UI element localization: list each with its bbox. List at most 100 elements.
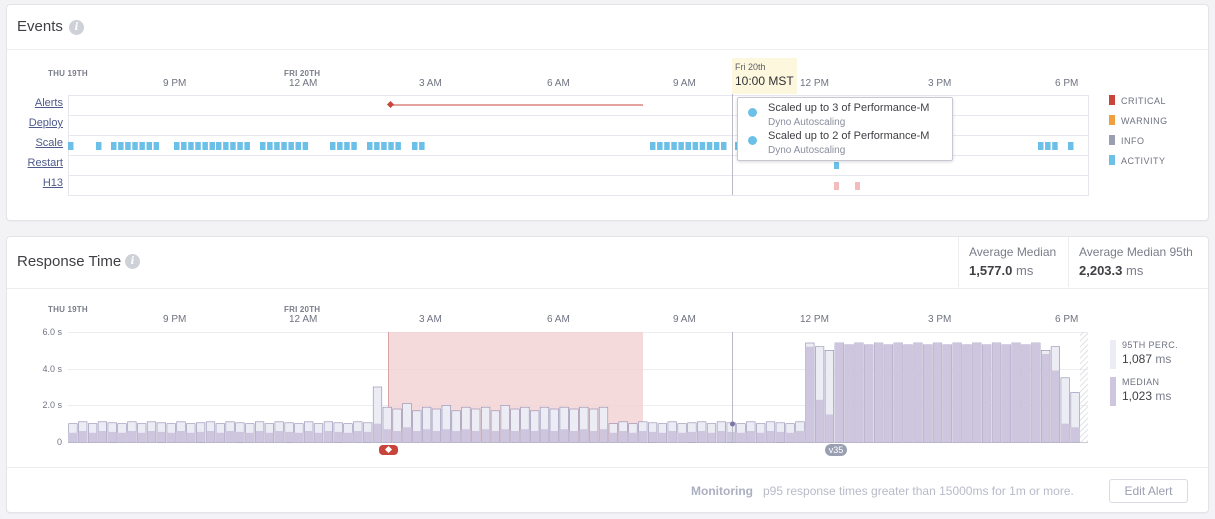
scale-activity-mark: [174, 142, 180, 150]
scale-activity-mark: [685, 142, 691, 150]
median-bar: [98, 431, 107, 442]
monitoring-description: p95 response times greater than 15000ms …: [763, 484, 1074, 498]
median-bar: [353, 431, 363, 442]
median-bar: [363, 431, 372, 442]
scale-activity-mark: [374, 142, 380, 150]
median-bar: [658, 432, 667, 442]
median-bar: [442, 429, 451, 442]
scale-activity-mark: [146, 142, 152, 150]
median-bar: [1051, 370, 1060, 442]
restart-mark: [834, 162, 839, 169]
median-bar: [540, 429, 549, 442]
median-bar: [618, 431, 628, 442]
median-bar: [756, 432, 765, 442]
median-bar: [432, 431, 441, 442]
median-bar: [117, 432, 127, 442]
tooltip-item-subtitle: Dyno Autoscaling: [768, 117, 846, 128]
scale-activity-mark: [267, 142, 273, 150]
median-bar: [1021, 344, 1031, 442]
scale-activity-mark: [664, 142, 670, 150]
legend-swatch: [1109, 95, 1115, 105]
cursor-label: Fri 20th 10:00 MST: [732, 58, 797, 94]
median-bar: [186, 432, 196, 442]
median-bar: [137, 432, 146, 442]
monitoring-label: Monitoring: [691, 484, 753, 498]
median-bar: [805, 346, 815, 442]
scale-activity-mark: [125, 142, 131, 150]
scale-tooltip: Scaled up to 3 of Performance-M Dyno Aut…: [737, 97, 953, 161]
events-panel: Events i THU 19TH FRI 20TH 9 PM 12 AM 3 …: [6, 4, 1209, 221]
legend-swatch: [1109, 155, 1115, 165]
median-bar: [314, 432, 323, 442]
scale-activity-mark: [295, 142, 301, 150]
h13-mark: [855, 182, 860, 190]
median-bar: [265, 432, 274, 442]
median-bar: [874, 343, 883, 442]
median-bar: [667, 431, 677, 442]
median-bar: [392, 431, 402, 442]
median-bar: [127, 431, 137, 442]
legend-swatch: [1109, 115, 1115, 125]
scale-activity-mark: [216, 142, 222, 150]
scale-activity-mark: [153, 142, 160, 150]
median-bar: [628, 432, 638, 442]
median-bar: [825, 414, 834, 442]
median-bar: [638, 431, 648, 442]
legend-95th-label: 95TH PERC.: [1122, 340, 1179, 350]
scale-activity-mark: [132, 142, 138, 150]
scale-activity-mark: [337, 142, 343, 150]
median-bar: [216, 432, 225, 442]
release-badge[interactable]: v35: [825, 444, 847, 456]
legend-label: ACTIVITY: [1121, 156, 1166, 166]
median-bar: [481, 429, 490, 442]
median-bar: [903, 344, 913, 442]
scale-activity-mark: [1038, 142, 1044, 150]
scale-activity-mark: [330, 142, 336, 150]
median-bar: [884, 344, 893, 442]
scale-activity-mark: [381, 142, 387, 150]
median-bar: [304, 431, 313, 442]
scale-activity-mark: [118, 142, 124, 150]
tooltip-item-title: Scaled up to 2 of Performance-M: [768, 130, 930, 142]
scale-activity-mark: [692, 142, 699, 150]
scale-activity-mark: [281, 142, 287, 150]
median-bar: [726, 431, 736, 442]
legend-swatch-95th: [1110, 340, 1116, 369]
median-bar: [854, 343, 864, 442]
median-bar: [972, 343, 982, 442]
median-bar: [274, 431, 284, 442]
median-bar: [677, 432, 687, 442]
median-bar: [697, 431, 706, 442]
median-bar: [864, 344, 873, 442]
median-bar: [402, 427, 412, 442]
monitoring-text: Monitoring p95 response times greater th…: [691, 484, 1074, 498]
legend-swatch-median: [1110, 377, 1116, 406]
response-time-chart[interactable]: [7, 237, 1208, 467]
legend-activity: ACTIVITY: [1109, 155, 1166, 166]
median-bar: [383, 429, 392, 442]
median-bar: [923, 344, 932, 442]
scale-activity-mark: [650, 142, 656, 150]
median-bar: [196, 431, 205, 442]
median-bar: [589, 431, 598, 442]
legend-warning: WARNING: [1109, 115, 1168, 126]
median-bar: [206, 431, 215, 442]
tooltip-item-subtitle: Dyno Autoscaling: [768, 145, 846, 156]
events-timeline[interactable]: [7, 5, 1208, 220]
scale-activity-mark: [419, 142, 425, 150]
edit-alert-button[interactable]: Edit Alert: [1109, 479, 1188, 503]
scale-activity-mark: [1068, 142, 1074, 150]
median-bar: [255, 431, 264, 442]
scale-activity-mark: [395, 142, 401, 150]
activity-dot-icon: [748, 136, 757, 145]
median-bar: [491, 431, 500, 442]
scale-activity-mark: [68, 142, 74, 150]
alert-badge[interactable]: [379, 445, 398, 455]
response-time-panel: Response Time i Average Median 1,577.0 m…: [6, 236, 1209, 513]
median-bar: [147, 431, 156, 442]
median-bar: [569, 431, 579, 442]
legend-median-value: 1,023 ms: [1122, 389, 1172, 403]
scale-activity-mark: [412, 142, 418, 150]
scale-activity-mark: [344, 142, 350, 150]
median-bar: [913, 343, 923, 442]
